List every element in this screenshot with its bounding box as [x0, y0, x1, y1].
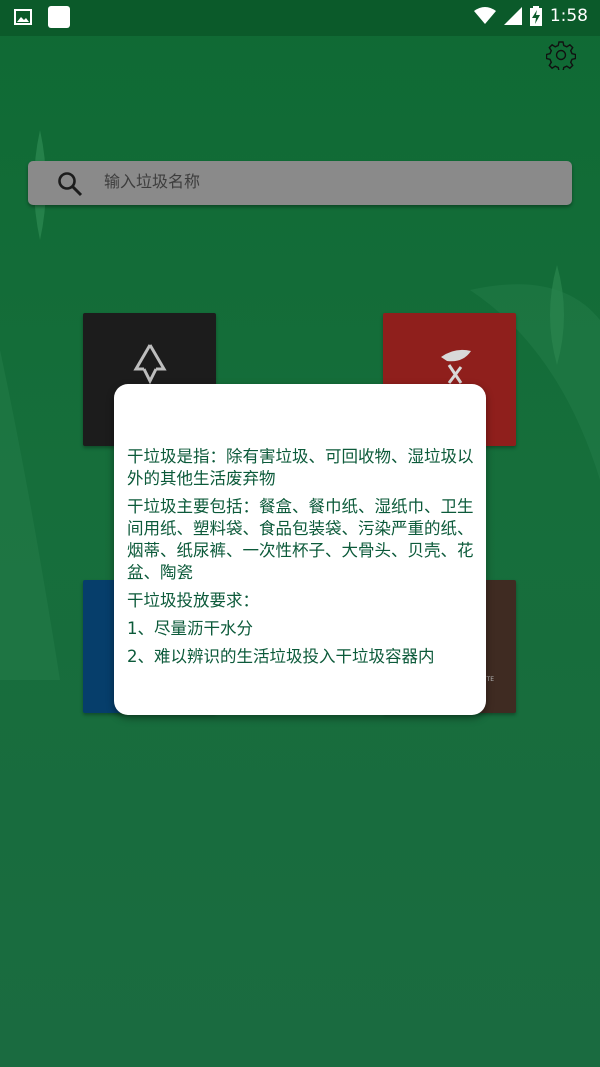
dialog-body: 干垃圾是指：除有害垃圾、可回收物、湿垃圾以外的其他生活废弃物 干垃圾主要包括：餐…: [127, 446, 477, 674]
status-time: 1:58: [549, 6, 588, 26]
dialog-definition: 干垃圾是指：除有害垃圾、可回收物、湿垃圾以外的其他生活废弃物: [127, 447, 474, 488]
app-square-icon: [48, 6, 70, 28]
dialog-includes: 干垃圾主要包括：餐盒、餐巾纸、湿纸巾、卫生间用纸、塑料袋、食品包装袋、污染严重的…: [127, 497, 474, 582]
status-bar-right: 1:58: [473, 6, 588, 26]
wifi-icon: [473, 7, 496, 24]
search-icon[interactable]: [56, 170, 84, 198]
recycle-icon: [133, 344, 167, 385]
search-input[interactable]: [102, 165, 566, 197]
signal-icon: [503, 7, 522, 25]
dialog-requirement-2: 2、难以辨识的生活垃圾投入干垃圾容器内: [127, 647, 435, 666]
background-leaf-right: [550, 265, 564, 365]
gallery-icon: [14, 9, 32, 25]
tile-dry-label: TE: [486, 676, 494, 683]
battery-charging-icon: [529, 6, 542, 26]
search-bar[interactable]: [28, 161, 572, 205]
dialog-requirement-1: 1、尽量沥干水分: [127, 619, 253, 638]
status-bar-left: [14, 6, 70, 28]
gear-icon[interactable]: [546, 40, 576, 70]
dialog-requirements-title: 干垃圾投放要求：: [127, 591, 259, 610]
status-bar: 1:58: [0, 0, 600, 36]
info-dialog: 干垃圾是指：除有害垃圾、可回收物、湿垃圾以外的其他生活废弃物 干垃圾主要包括：餐…: [114, 384, 486, 715]
hazardous-icon: [441, 349, 471, 384]
